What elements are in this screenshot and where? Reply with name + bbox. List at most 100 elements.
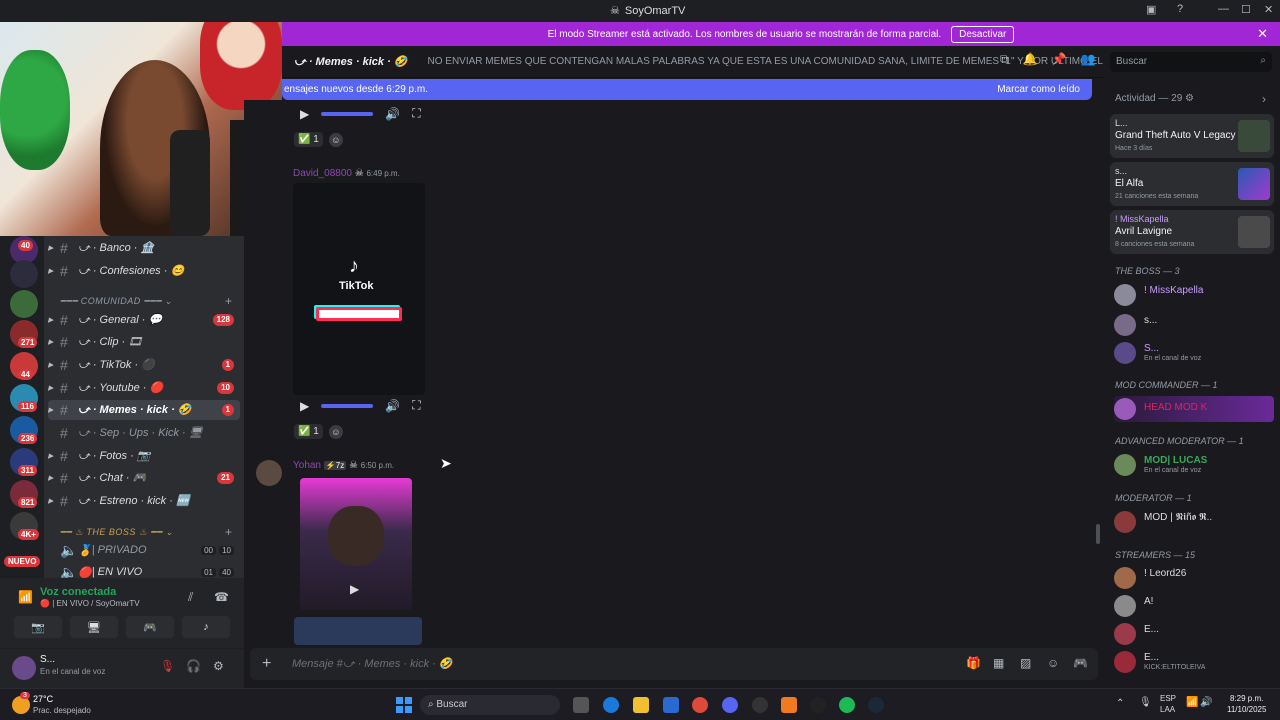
gif-icon[interactable]: ▦ — [993, 656, 1004, 670]
activity-card[interactable]: L... Grand Theft Auto V Legacy Hace 3 dí… — [1110, 114, 1274, 158]
video-thumbnail[interactable] — [294, 617, 422, 645]
voice-channel-item[interactable]: 🔈 🏅 | PRIVADO 00 10 — [48, 540, 240, 560]
app-icon[interactable] — [810, 697, 826, 713]
maximize-button[interactable]: ☐ — [1241, 3, 1251, 16]
noise-suppression-icon[interactable]: ⫽ — [188, 590, 193, 605]
disconnect-icon[interactable]: ☎ — [214, 590, 229, 604]
server-icon[interactable] — [10, 290, 38, 318]
activity-button[interactable]: 🎮 — [126, 616, 174, 638]
channel-item[interactable]: ▶ # ⤻ · Banco · 🏦 — [48, 238, 240, 258]
member-item[interactable]: ! MissKapella — [1114, 282, 1274, 308]
close-window-button[interactable]: ✕ — [1264, 3, 1273, 16]
member-item[interactable]: E... KICK:ELTITOLEIVA — [1114, 649, 1274, 675]
avatar[interactable] — [12, 656, 36, 680]
category-comunidad[interactable]: ━━━ COMUNIDAD ━━━ ⌄ — [60, 296, 173, 307]
chrome-icon[interactable] — [692, 697, 708, 713]
sticker-icon[interactable]: ▨ — [1020, 656, 1031, 670]
add-channel-icon[interactable]: + — [225, 525, 232, 539]
taskbar-search[interactable]: ⌕ Buscar — [420, 695, 560, 715]
bell-icon[interactable]: 🔔 — [1023, 52, 1038, 67]
add-reaction-icon[interactable]: ☺ — [328, 424, 343, 439]
member-item[interactable]: s... — [1114, 312, 1274, 338]
message-author[interactable]: David_08800 — [293, 168, 352, 179]
member-item[interactable]: MOD| LUCAS En el canal de voz — [1114, 452, 1274, 478]
soundboard-button[interactable]: ♪ — [182, 616, 230, 638]
chevron-up-icon[interactable]: ⌃ — [1116, 698, 1124, 709]
speaker-icon[interactable]: 🔊 — [1200, 697, 1212, 708]
channel-item[interactable]: ▶ # ⤻ · Youtube · 🔴 10 — [48, 378, 240, 398]
channel-item[interactable]: ▶ # ⤻ · Chat · 🎮 21 — [48, 468, 240, 488]
volume-icon[interactable]: 🔊 — [385, 399, 400, 413]
search-input[interactable]: Buscar ⌕ — [1110, 52, 1272, 72]
tiktok-video[interactable]: ♪ TikTok — [293, 183, 425, 395]
new-servers-badge[interactable]: NUEVO — [4, 556, 41, 567]
mark-read-button[interactable]: Marcar como leído — [997, 84, 1080, 95]
inbox-icon[interactable]: ▣ — [1146, 3, 1156, 16]
store-icon[interactable] — [663, 697, 679, 713]
channel-item-active[interactable]: ▶ # ⤻ · Memes · kick · 🤣 1 — [48, 400, 240, 420]
channel-item[interactable]: ▶ # ⤻ · Clip · 🎞 — [48, 332, 240, 352]
discord-icon[interactable] — [722, 697, 738, 713]
avatar[interactable] — [256, 460, 282, 486]
play-icon[interactable]: ▶ — [300, 107, 309, 121]
add-attachment-icon[interactable]: + — [262, 655, 271, 673]
file-explorer-icon[interactable] — [633, 697, 649, 713]
voice-channel-link[interactable]: 🔴 | EN VIVO / SoyOmarTV — [40, 599, 140, 608]
help-icon[interactable]: ? — [1177, 3, 1183, 15]
reaction-check[interactable]: ✅ 1 — [294, 424, 323, 439]
play-icon[interactable]: ▶ — [300, 399, 309, 413]
channel-item[interactable]: ▶ # ⤻ · General · 💬 128 — [48, 310, 240, 330]
member-item[interactable]: E... — [1114, 621, 1274, 647]
disable-streamer-button[interactable]: Desactivar — [951, 25, 1015, 43]
microphone-icon[interactable]: 🎙 — [1139, 697, 1152, 708]
activity-title[interactable]: Actividad — 29 ⚙ — [1115, 93, 1194, 104]
threads-icon[interactable]: ⧉ — [1000, 52, 1009, 67]
channel-item[interactable]: ▶ # ⤻ · Fotos · 📷 — [48, 446, 240, 466]
wifi-icon[interactable]: 📶 — [1186, 697, 1198, 708]
deafened-icon[interactable]: 🎧 — [186, 659, 201, 673]
channel-item[interactable]: # ⤻ · Sep · Ups · Kick · 🖥 — [48, 423, 240, 443]
category-the-boss[interactable]: ━━ ♨ THE BOSS ♨ ━━ ⌄ — [60, 527, 173, 538]
close-icon[interactable]: ✕ — [1257, 26, 1268, 42]
camera-off-button[interactable]: 📷 — [14, 616, 62, 638]
message-composer[interactable]: + Mensaje #⤻ · Memes · kick · 🤣 🎁 ▦ ▨ ☺ … — [250, 648, 1098, 680]
member-item[interactable]: S... En el canal de voz — [1114, 340, 1274, 366]
play-icon[interactable]: ▶ — [350, 582, 359, 596]
obs-icon[interactable] — [752, 697, 768, 713]
spotify-icon[interactable] — [839, 697, 855, 713]
voice-channel-item[interactable]: 🔈 🔴 | EN VIVO 01 40 — [48, 562, 240, 578]
fullscreen-icon[interactable]: ⛶ — [412, 106, 420, 121]
member-item[interactable]: ! Leord26 — [1114, 565, 1274, 591]
member-item[interactable]: MOD | 𝕹𝖎ñ𝖔 𝕽.. — [1114, 509, 1274, 535]
member-item[interactable]: HEAD MOD K — [1114, 396, 1274, 422]
gear-icon[interactable]: ⚙ — [213, 659, 224, 673]
scrollbar[interactable] — [1096, 524, 1100, 544]
members-icon[interactable]: 👥 — [1080, 52, 1095, 67]
emoji-icon[interactable]: ☺ — [1047, 656, 1059, 670]
reaction-check[interactable]: ✅ 1 — [294, 132, 323, 147]
mic-muted-icon[interactable]: 🎙 — [160, 659, 175, 673]
activity-card[interactable]: s... El Alfa 21 canciones esta semana — [1110, 162, 1274, 206]
volume-icon[interactable]: 🔊 — [385, 107, 400, 121]
volume-bar[interactable] — [321, 111, 374, 116]
gift-icon[interactable]: 🎁 — [966, 656, 981, 670]
volume-bar[interactable] — [321, 403, 374, 408]
app-icon[interactable] — [781, 697, 797, 713]
server-icon[interactable] — [10, 260, 38, 288]
message-author[interactable]: Yohan — [293, 460, 321, 471]
screen-share-button[interactable]: 🖥 — [70, 616, 118, 638]
channel-item[interactable]: ▶ # ⤻ · Estreno · kick · 🆕 — [48, 491, 240, 511]
channel-item[interactable]: ▶ # ⤻ · Confesiones · 😊 — [48, 261, 240, 281]
fullscreen-icon[interactable]: ⛶ — [412, 398, 420, 413]
add-reaction-icon[interactable]: ☺ — [328, 132, 343, 147]
activity-card[interactable]: ! MissKapella Avril Lavigne 8 canciones … — [1110, 210, 1274, 254]
minimize-button[interactable]: — — [1218, 3, 1229, 15]
edge-icon[interactable] — [603, 697, 619, 713]
add-channel-icon[interactable]: + — [225, 294, 232, 308]
chevron-right-icon[interactable]: › — [1262, 92, 1266, 106]
windows-start-icon[interactable] — [396, 697, 412, 713]
pin-icon[interactable]: 📌 — [1052, 52, 1067, 67]
task-view-icon[interactable] — [573, 697, 589, 713]
steam-icon[interactable] — [868, 697, 884, 713]
channel-item[interactable]: ▶ # ⤻ · TikTok · ⚫ 1 — [48, 355, 240, 375]
